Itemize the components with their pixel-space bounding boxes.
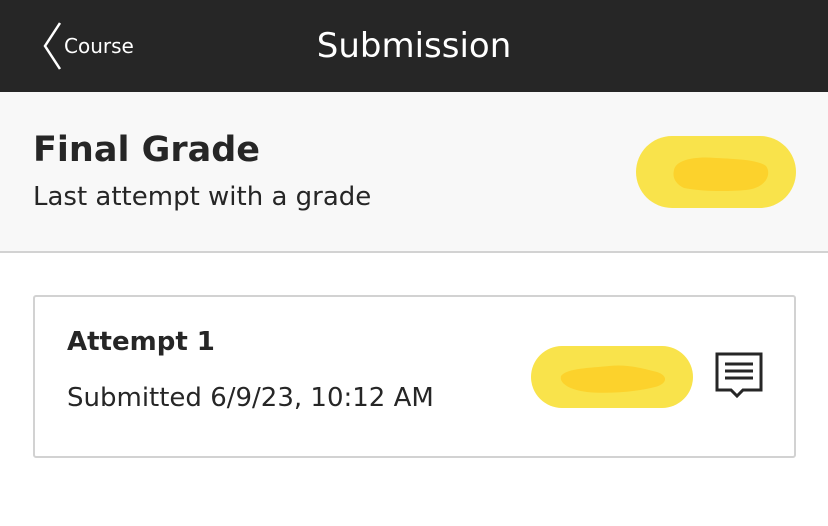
back-to-course-button[interactable]: Course bbox=[40, 20, 134, 72]
final-grade-title: Final Grade bbox=[33, 130, 261, 170]
feedback-comment-icon[interactable] bbox=[713, 350, 765, 402]
back-button-label: Course bbox=[64, 34, 134, 58]
attempt-submitted-date: Submitted 6/9/23, 10:12 AM bbox=[67, 383, 434, 413]
attempt-title: Attempt 1 bbox=[67, 327, 215, 357]
final-grade-pill-redacted bbox=[636, 136, 796, 208]
chevron-left-icon bbox=[43, 22, 62, 70]
final-grade-subtitle: Last attempt with a grade bbox=[33, 182, 372, 212]
top-navigation-bar: Course Submission bbox=[0, 0, 828, 92]
attempt-card[interactable]: Attempt 1 Submitted 6/9/23, 10:12 AM bbox=[33, 295, 796, 458]
attempt-grade-pill-redacted bbox=[531, 346, 693, 408]
final-grade-section: Final Grade Last attempt with a grade bbox=[0, 92, 828, 253]
